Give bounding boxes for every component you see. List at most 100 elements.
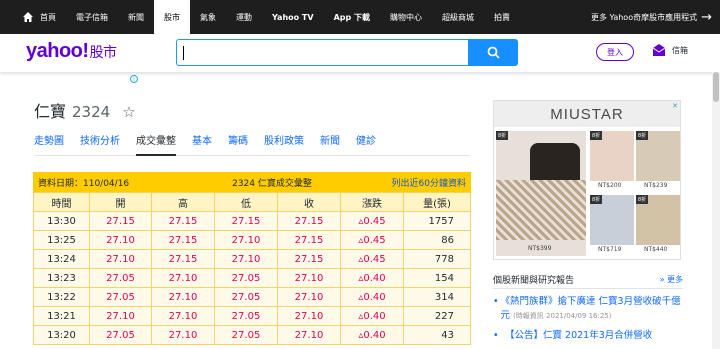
ad-product-image-rug [496, 180, 586, 240]
cell-volume: 86 [403, 230, 471, 250]
ad-discount-badge: 8折 [636, 195, 649, 204]
nav-stock[interactable]: 股市 [154, 0, 190, 34]
cell-time: 13:25 [33, 230, 90, 250]
last-60-min-link[interactable]: 列出近60分鐘資料 [392, 176, 466, 189]
cell-close: 27.10 [277, 306, 341, 326]
ad-product-2[interactable]: 8折 [590, 131, 634, 181]
col-high: 高 [151, 192, 215, 212]
col-time: 時間 [33, 192, 90, 212]
stock-title: 仁寶 2324 ☆ [34, 98, 136, 122]
nav-home[interactable]: 首頁 [38, 0, 66, 34]
ad-discount-badge: 8折 [590, 195, 603, 204]
table-row: 13:23 27.05 27.10 27.05 27.10 ▵0.40 154 [33, 268, 471, 288]
col-low: 低 [214, 192, 278, 212]
cell-low: 27.05 [214, 287, 278, 307]
nav-app-download[interactable]: App 下載 [324, 0, 380, 34]
cell-open: 27.10 [89, 306, 152, 326]
page-scrollbar[interactable] [712, 72, 720, 349]
mail-link[interactable]: 信箱 [652, 43, 688, 57]
login-button[interactable]: 登入 [596, 43, 634, 61]
tab-diagnosis[interactable]: 健診 [356, 132, 376, 156]
table-row: 13:30 27.15 27.15 27.15 27.15 ▵0.45 1757 [33, 211, 471, 231]
ad-product-5[interactable]: 8折 [636, 195, 680, 245]
nav-yahoo-tv[interactable]: Yahoo TV [262, 0, 324, 34]
nav-mail[interactable]: 電子信箱 [66, 0, 118, 34]
cell-open: 27.05 [89, 287, 152, 307]
cell-low: 27.05 [214, 268, 278, 288]
col-close: 收 [277, 192, 341, 212]
nav-news[interactable]: 新聞 [118, 0, 154, 34]
stock-name: 仁寶 [34, 102, 67, 121]
news-item[interactable]: • 【公告】仁寶 2021年3月合併營收 [493, 329, 683, 343]
tab-dividend[interactable]: 股利政策 [264, 132, 304, 156]
news-item[interactable]: • 《熱門族群》搶下廣達 仁寶3月營收破千億元 (時報資訊 2021/04/09… [493, 295, 683, 323]
news-link[interactable]: 【公告】仁寶 2021年3月合併營收 [505, 329, 652, 343]
table-caption: 資料日期：110/04/16 2324 仁寶成交彙整 列出近60分鐘資料 [33, 172, 471, 192]
cell-change: ▵0.40 [340, 306, 404, 326]
site-header: yahoo!股市 登入 信箱 [0, 34, 720, 72]
advertisement[interactable]: MIUSTAR ✕ 8折 NT$399 8折 NT$200 8折 NT$239 … [493, 100, 681, 260]
star-outline-icon[interactable]: ☆ [122, 103, 135, 121]
tab-chart[interactable]: 走勢圖 [34, 132, 64, 156]
info-icon[interactable]: i [130, 75, 138, 83]
cell-high: 27.10 [151, 287, 215, 307]
scrollbar-thumb[interactable] [713, 72, 719, 102]
top-nav-bar: 首頁 電子信箱 新聞 股市 氣象 運動 Yahoo TV App 下載 購物中心… [0, 0, 720, 34]
cell-close: 27.15 [277, 249, 341, 269]
col-volume: 量(張) [403, 192, 471, 212]
nav-auction[interactable]: 拍賣 [484, 0, 520, 34]
data-date: 資料日期：110/04/16 [38, 178, 130, 189]
cell-volume: 314 [403, 287, 471, 307]
ad-product-4[interactable]: 8折 [590, 195, 634, 245]
cell-change: ▵0.45 [340, 230, 404, 250]
ad-discount-badge: 8折 [636, 131, 649, 140]
yahoo-stock-logo[interactable]: yahoo!股市 [26, 40, 117, 63]
table-row: 13:24 27.10 27.15 27.10 27.15 ▵0.45 778 [33, 249, 471, 269]
search-icon [487, 46, 500, 59]
home-icon[interactable] [22, 11, 34, 23]
search-button[interactable] [468, 39, 518, 66]
ad-product-main[interactable]: 8折 NT$399 [496, 131, 586, 256]
cell-volume: 154 [403, 268, 471, 288]
cell-open: 27.10 [89, 249, 152, 269]
col-change: 漲跌 [340, 192, 404, 212]
tab-basic[interactable]: 基本 [192, 132, 212, 156]
stock-tabs: 走勢圖 技術分析 成交彙整 基本 籌碼 股利政策 新聞 健診 [34, 132, 470, 156]
cell-time: 13:22 [33, 287, 90, 307]
table-header-row: 時間 開 高 低 收 漲跌 量(張) [33, 192, 471, 212]
nav-shopping[interactable]: 購物中心 [380, 0, 432, 34]
table-title: 2324 仁寶成交彙整 [232, 178, 312, 189]
ad-close-icon[interactable]: ✕ [672, 102, 678, 110]
cell-close: 27.10 [277, 268, 341, 288]
cell-low: 27.15 [214, 211, 278, 231]
logo-sub: 股市 [89, 44, 118, 60]
more-apps-link[interactable]: 更多 Yahoo奇摩股市應用程式 → [591, 10, 720, 25]
text-cursor [183, 46, 184, 60]
table-row: 13:21 27.10 27.10 27.05 27.10 ▵0.40 227 [33, 306, 471, 326]
cell-volume: 778 [403, 249, 471, 269]
more-apps-label: 更多 Yahoo奇摩股市應用程式 [591, 12, 698, 22]
ad-price: NT$440 [644, 246, 668, 253]
trades-table-section: 資料日期：110/04/16 2324 仁寶成交彙整 列出近60分鐘資料 時間 … [33, 172, 471, 345]
tab-technical[interactable]: 技術分析 [80, 132, 120, 156]
cell-high: 27.15 [151, 230, 215, 250]
nav-weather[interactable]: 氣象 [190, 0, 226, 34]
news-more-link[interactable]: » 更多 [660, 274, 683, 285]
tab-chips[interactable]: 籌碼 [228, 132, 248, 156]
cell-high: 27.10 [151, 306, 215, 326]
news-title: 個股新聞與研究報告 [493, 276, 575, 286]
tab-trades[interactable]: 成交彙整 [136, 132, 176, 156]
tab-news[interactable]: 新聞 [320, 132, 340, 156]
cell-open: 27.05 [89, 325, 152, 345]
cell-volume: 1757 [403, 211, 471, 231]
cell-time: 13:20 [33, 325, 90, 345]
ad-product-3[interactable]: 8折 [636, 131, 680, 181]
ad-price: NT$399 [528, 245, 552, 252]
nav-mall[interactable]: 超級商城 [432, 0, 484, 34]
cell-high: 27.15 [151, 211, 215, 231]
arrow-right-icon: → [701, 9, 712, 25]
search-input[interactable] [176, 39, 469, 66]
nav-sports[interactable]: 運動 [226, 0, 262, 34]
ad-discount-badge: 8折 [590, 131, 603, 140]
cell-close: 27.15 [277, 230, 341, 250]
